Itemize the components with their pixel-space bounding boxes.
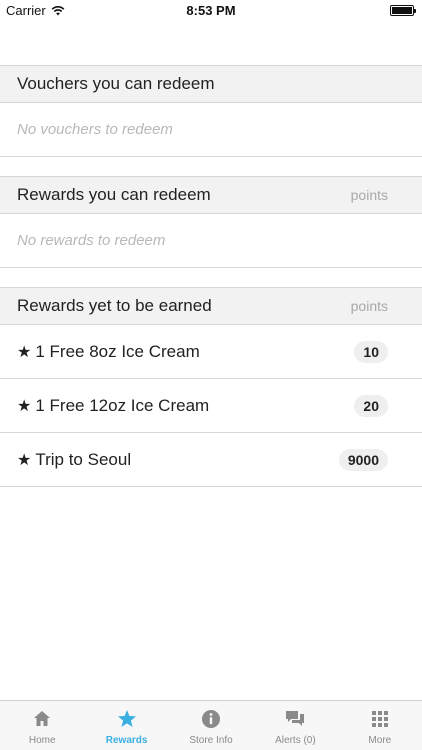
tab-more[interactable]: More bbox=[338, 701, 422, 750]
reward-label: 1 Free 8oz Ice Cream bbox=[35, 341, 200, 361]
grid-icon bbox=[371, 711, 388, 727]
nav-area bbox=[0, 22, 422, 66]
clock: 8:53 PM bbox=[186, 3, 236, 18]
tab-rewards[interactable]: Rewards bbox=[84, 701, 168, 750]
reward-label: Trip to Seoul bbox=[35, 449, 132, 469]
redeemable-empty-text: No rewards to redeem bbox=[17, 232, 166, 249]
tab-label: More bbox=[368, 735, 392, 746]
redeemable-section-header: Rewards you can redeem points bbox=[0, 177, 422, 214]
points-badge: 9000 bbox=[338, 448, 388, 471]
tab-alerts[interactable]: Alerts (0) bbox=[253, 701, 337, 750]
section-spacer bbox=[0, 268, 422, 288]
tab-label: Rewards bbox=[105, 735, 148, 746]
tab-store-info[interactable]: Store Info bbox=[169, 701, 253, 750]
vouchers-section-title: Vouchers you can redeem bbox=[17, 74, 215, 93]
redeemable-points-label: points bbox=[350, 187, 388, 203]
redeemable-empty-row: No rewards to redeem bbox=[0, 214, 422, 268]
to-earn-points-label: points bbox=[350, 298, 388, 314]
star-icon: ★ bbox=[17, 451, 32, 469]
tab-bar: Home Rewards Store Info Alerts (0) More bbox=[0, 700, 422, 750]
star-icon: ★ bbox=[17, 343, 32, 361]
status-bar: Carrier 8:53 PM bbox=[0, 0, 422, 22]
star-icon: ★ bbox=[17, 397, 32, 415]
vouchers-section-header: Vouchers you can redeem bbox=[0, 66, 422, 103]
tab-home[interactable]: Home bbox=[0, 701, 84, 750]
points-badge: 20 bbox=[354, 394, 388, 417]
battery-icon bbox=[390, 5, 416, 16]
points-badge: 10 bbox=[354, 340, 388, 363]
vouchers-empty-text: No vouchers to redeem bbox=[17, 121, 173, 138]
chat-bubbles-icon bbox=[286, 711, 305, 726]
reward-name: ★ Trip to Seoul bbox=[17, 450, 131, 470]
rewards-content: Vouchers you can redeem No vouchers to r… bbox=[0, 22, 422, 487]
redeemable-section-title: Rewards you can redeem bbox=[17, 185, 211, 204]
to-earn-section-title: Rewards yet to be earned bbox=[17, 296, 212, 315]
reward-row[interactable]: ★ 1 Free 8oz Ice Cream 10 bbox=[0, 325, 422, 379]
info-icon bbox=[202, 710, 221, 728]
reward-row[interactable]: ★ Trip to Seoul 9000 bbox=[0, 433, 422, 487]
to-earn-section-header: Rewards yet to be earned points bbox=[0, 288, 422, 325]
section-spacer bbox=[0, 157, 422, 177]
home-icon bbox=[34, 711, 51, 726]
reward-name: ★ 1 Free 8oz Ice Cream bbox=[17, 342, 200, 362]
tab-label: Home bbox=[28, 735, 56, 746]
tab-label: Store Info bbox=[189, 735, 233, 746]
reward-label: 1 Free 12oz Ice Cream bbox=[35, 395, 210, 415]
tab-label: Alerts (0) bbox=[275, 735, 316, 746]
reward-row[interactable]: ★ 1 Free 12oz Ice Cream 20 bbox=[0, 379, 422, 433]
star-icon bbox=[117, 710, 136, 727]
reward-name: ★ 1 Free 12oz Ice Cream bbox=[17, 396, 209, 416]
vouchers-empty-row: No vouchers to redeem bbox=[0, 103, 422, 157]
